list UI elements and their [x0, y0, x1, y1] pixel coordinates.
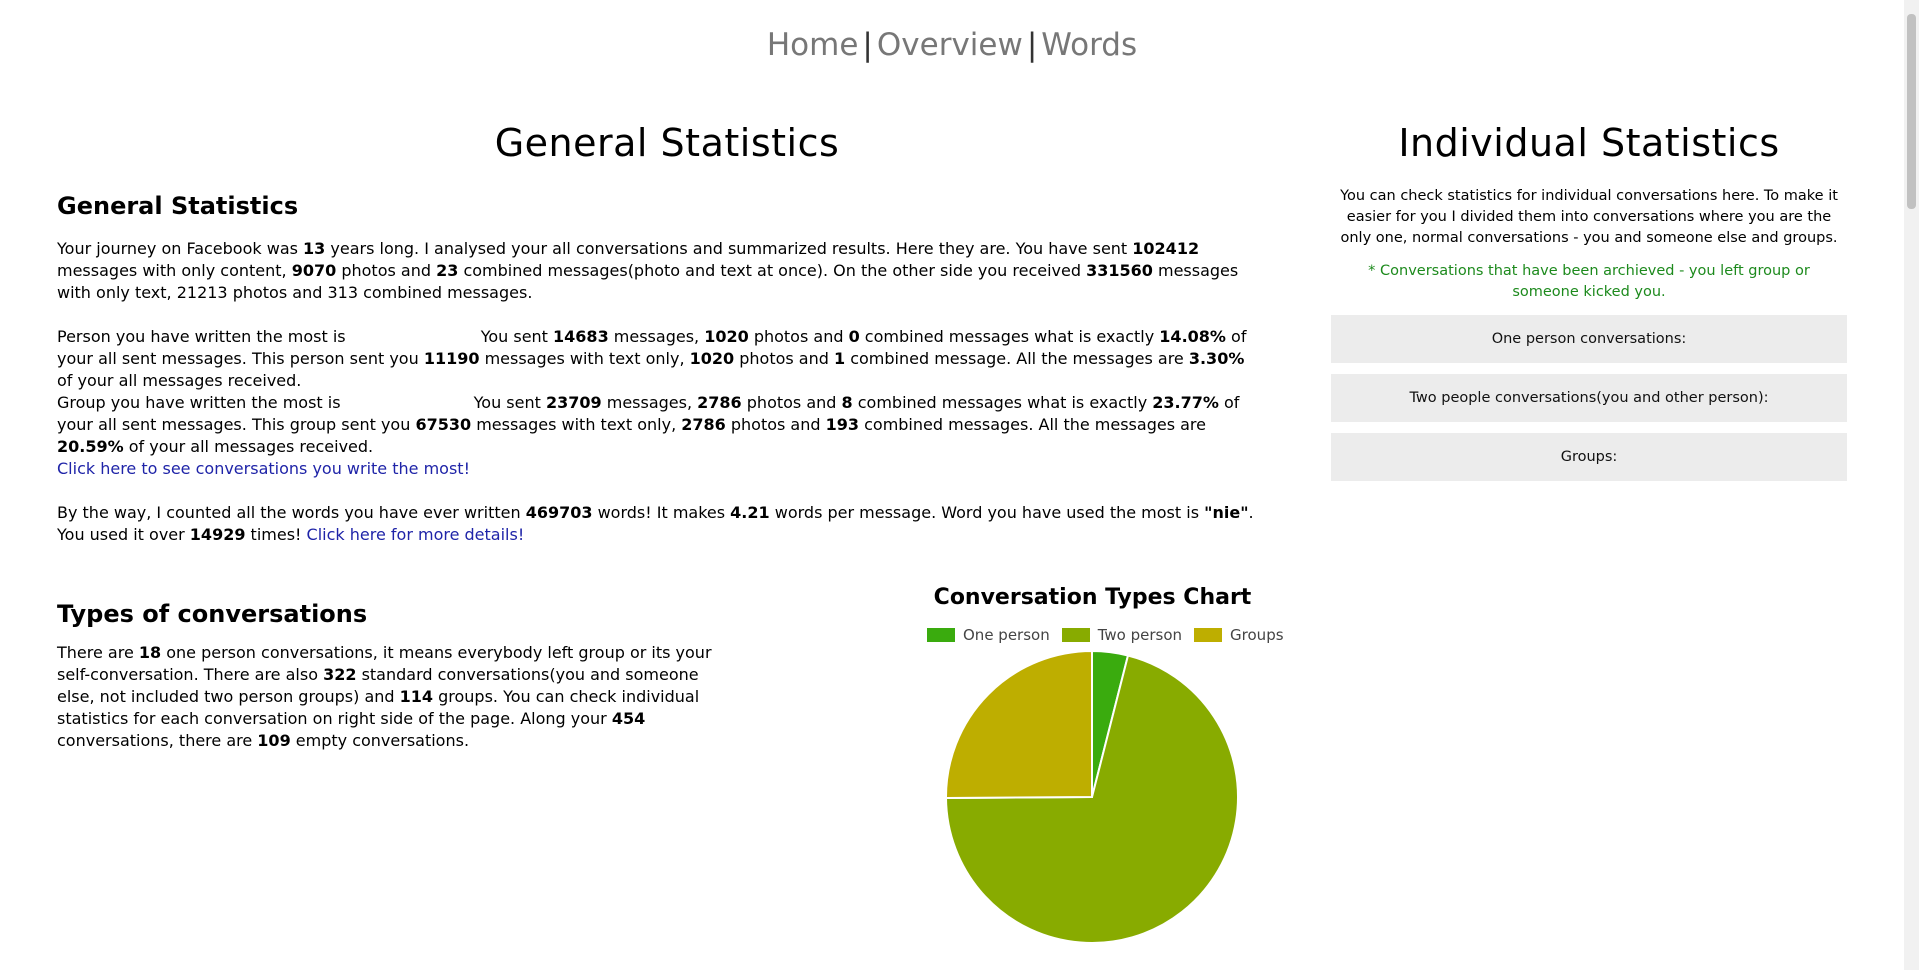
words-paragraph: By the way, I counted all the words you …: [57, 503, 1254, 544]
individual-statistics-title: Individual Statistics: [1398, 121, 1780, 165]
pie-slice-groups[interactable]: [945, 649, 1093, 800]
more-details-link[interactable]: Click here for more details!: [307, 525, 525, 544]
accordion-groups[interactable]: Groups:: [1331, 433, 1847, 481]
top-nav: Home | Overview | Words: [0, 24, 1904, 66]
nav-overview-link[interactable]: Overview: [877, 27, 1023, 63]
individual-statistics-column: Individual Statistics You can check stat…: [1331, 118, 1847, 481]
scrollbar-thumb[interactable]: [1907, 14, 1916, 209]
top-person-paragraph: Person you have written the most is You …: [57, 327, 1247, 478]
most-written-link[interactable]: Click here to see conversations you writ…: [57, 459, 470, 478]
journey-paragraph: Your journey on Facebook was 13 years lo…: [57, 239, 1239, 302]
section-heading-general: General Statistics: [57, 192, 299, 220]
archived-note: * Conversations that have been archieved…: [1368, 263, 1810, 300]
individual-statistics-description: You can check statistics for individual …: [1340, 188, 1838, 246]
general-statistics-title: General Statistics: [494, 121, 840, 165]
accordion-one-person[interactable]: One person conversations:: [1331, 315, 1847, 363]
nav-separator: |: [1026, 27, 1038, 63]
vertical-scrollbar[interactable]: [1904, 0, 1919, 970]
nav-words-link[interactable]: Words: [1041, 27, 1137, 63]
types-paragraph: There are 18 one person conversations, i…: [57, 643, 712, 750]
nav-home-link[interactable]: Home: [767, 27, 859, 63]
pie-chart: [944, 649, 1239, 944]
nav-separator: |: [862, 27, 873, 63]
conversation-types-chart: Conversation Types Chart One person Two …: [900, 582, 1370, 952]
accordion-two-people[interactable]: Two people conversations(you and other p…: [1331, 374, 1847, 422]
